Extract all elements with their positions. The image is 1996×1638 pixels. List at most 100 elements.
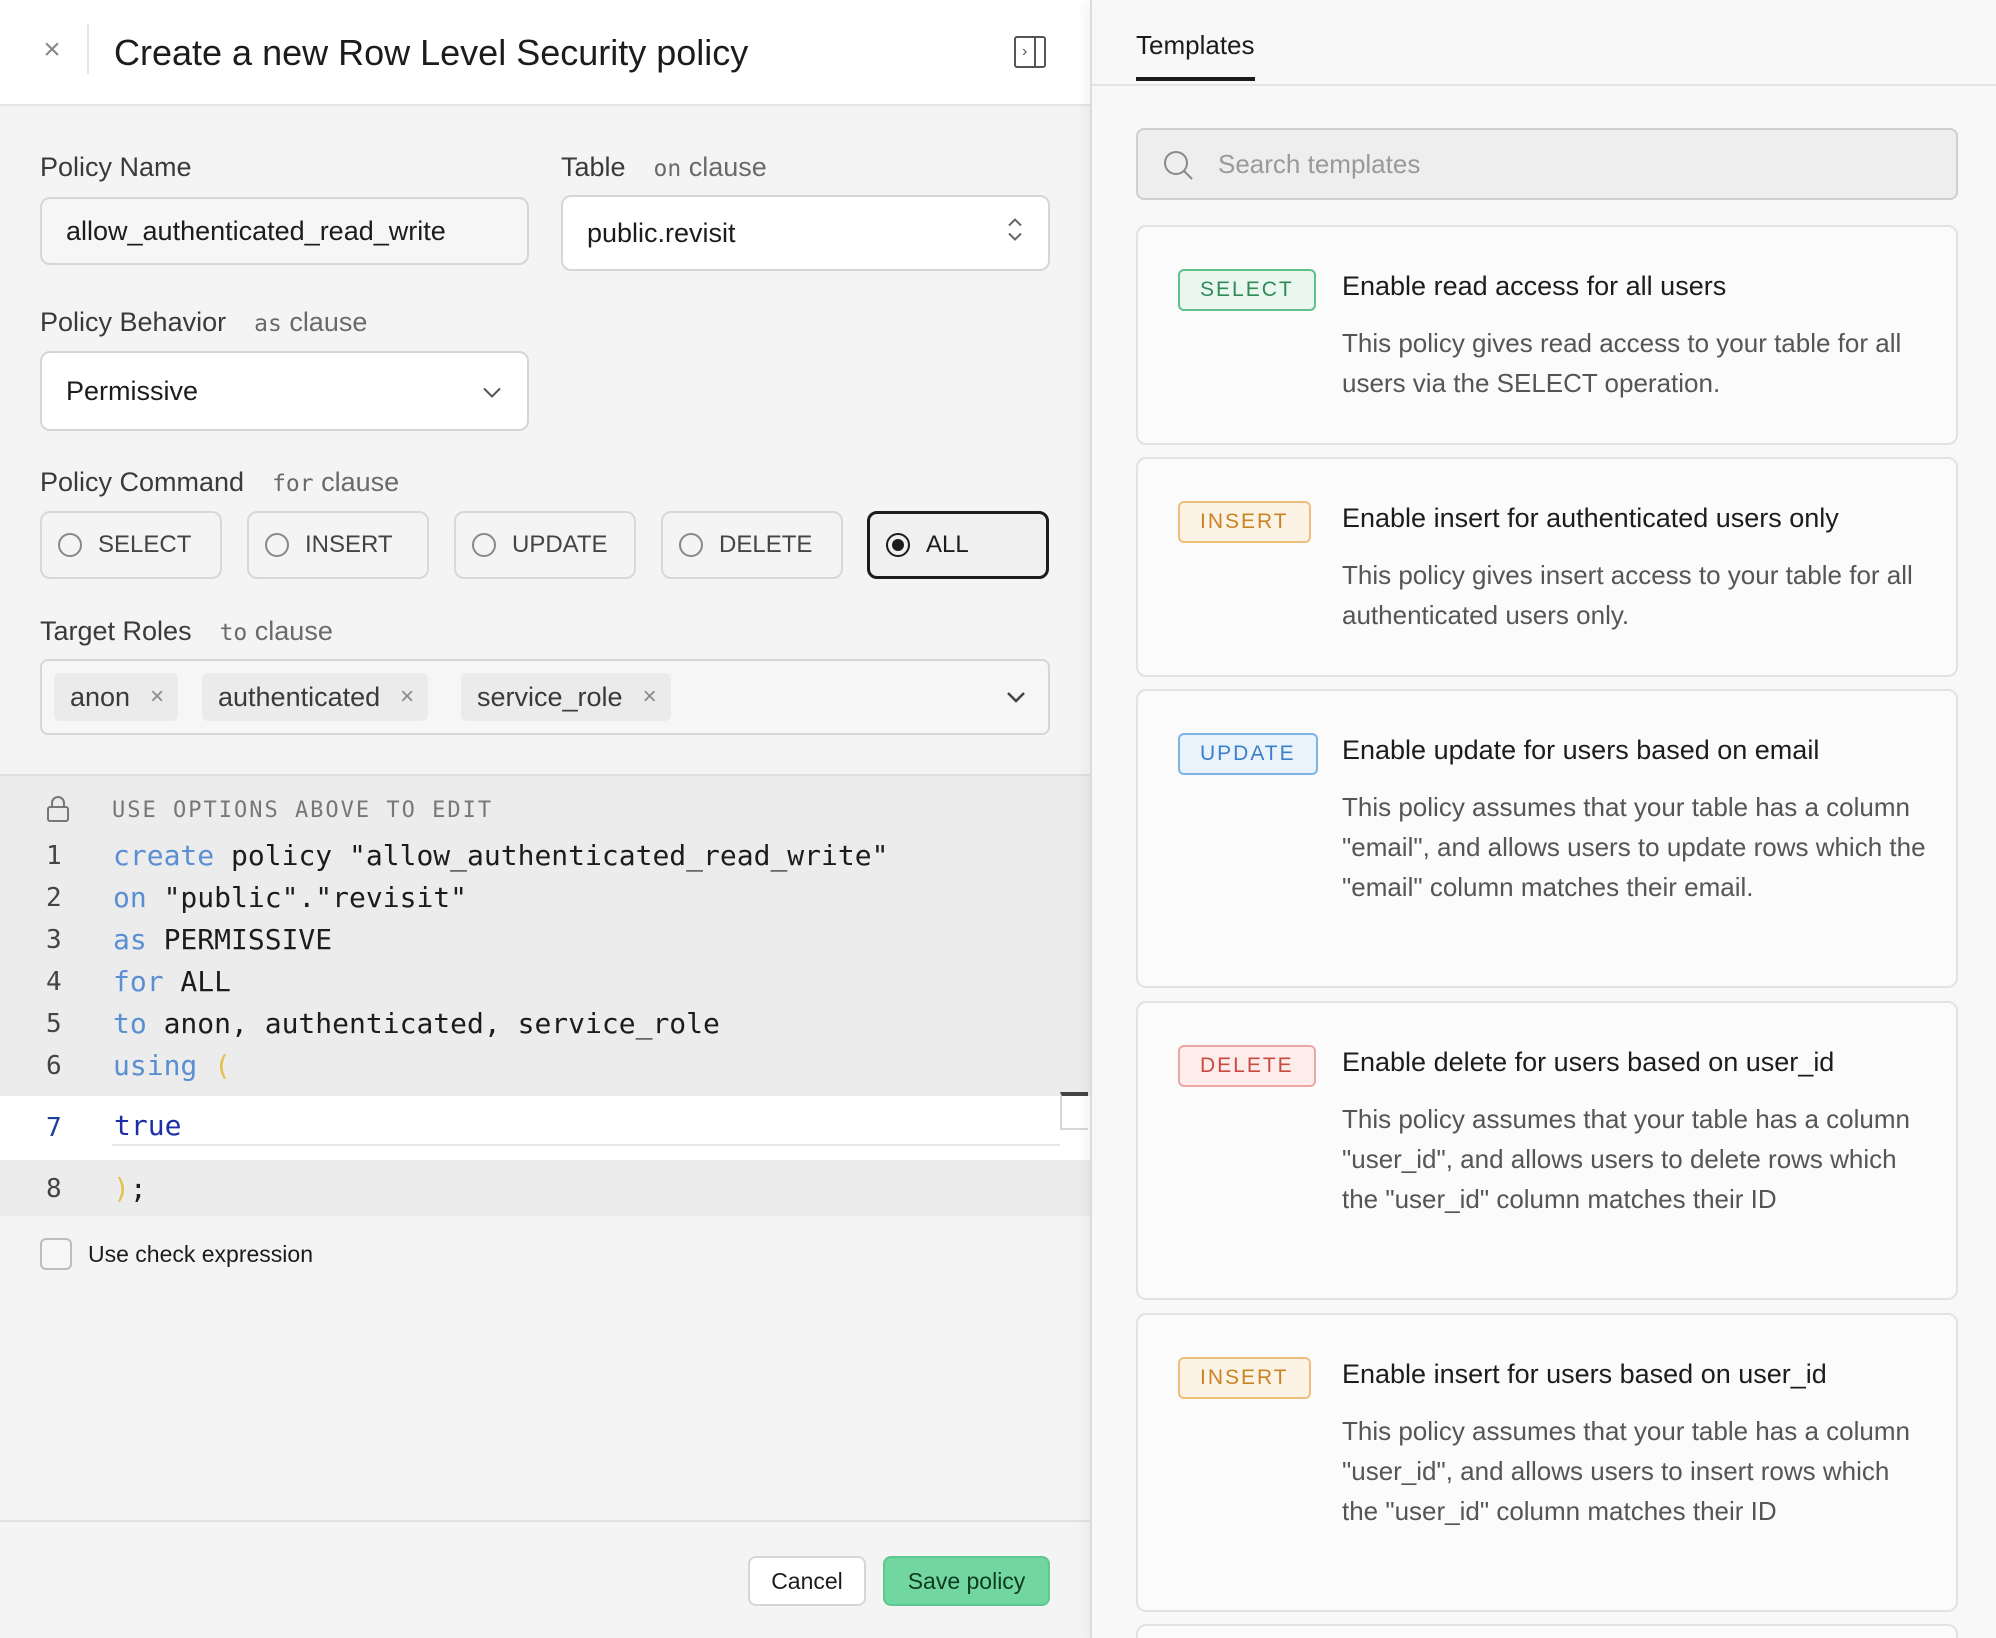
code-text: ( (197, 1049, 232, 1082)
line-number: 8 (46, 1174, 62, 1204)
templates-panel: Templates SELECT Enable read access for … (1090, 0, 1996, 1638)
policy-command-label: Policy Command for clause (40, 465, 399, 501)
close-icon: × (43, 33, 61, 66)
close-button[interactable]: × (36, 30, 68, 70)
toggle-templates-panel-button[interactable]: › (1014, 36, 1046, 68)
policy-behavior-label-text: Policy Behavior (40, 307, 227, 337)
line-number: 6 (46, 1051, 62, 1081)
remove-chip-icon[interactable]: × (643, 683, 657, 711)
chevron-down-icon[interactable] (1004, 679, 1028, 720)
behavior-clause-keyword: as (254, 311, 282, 337)
template-card[interactable]: DELETE Enable delete for users based on … (1136, 1001, 1958, 1300)
role-chip-label: authenticated (218, 681, 381, 712)
template-search-box (1136, 128, 1958, 200)
line-number: 7 (46, 1113, 62, 1143)
code-text: anon, authenticated, service_role (146, 1007, 720, 1040)
code-line: 6 using ( (0, 1045, 1090, 1087)
line-number: 3 (46, 925, 62, 955)
table-clause: on clause (654, 152, 767, 182)
code-keyword: using (113, 1049, 198, 1082)
template-description: This policy gives insert access to your … (1342, 560, 1913, 630)
remove-chip-icon[interactable]: × (150, 683, 164, 711)
editor-scrollbar[interactable] (1060, 1092, 1088, 1130)
policy-name-value: allow_authenticated_read_write (66, 215, 446, 246)
target-roles-label: Target Roles to clause (40, 614, 333, 650)
policy-command-label-text: Policy Command (40, 467, 245, 497)
policy-behavior-label: Policy Behavior as clause (40, 305, 367, 341)
remove-chip-icon[interactable]: × (400, 683, 414, 711)
role-chip-authenticated: authenticated × (202, 673, 429, 721)
table-select[interactable]: public.revisit (561, 195, 1050, 271)
template-card[interactable]: INSERT Enable insert for authenticated u… (1136, 457, 1958, 677)
header-divider (87, 24, 89, 74)
code-line: 5 to anon, authenticated, service_role (0, 1003, 1090, 1045)
template-operation-badge: INSERT (1178, 1357, 1311, 1399)
template-search-input[interactable] (1218, 130, 1938, 198)
role-chip-label: service_role (477, 681, 623, 712)
code-line: 3 as PERMISSIVE (0, 919, 1090, 961)
check-expression-checkbox[interactable] (40, 1238, 72, 1270)
code-line: 2 on "public"."revisit" (0, 877, 1090, 919)
line-number: 4 (46, 967, 62, 997)
template-description: This policy assumes that your table has … (1342, 1416, 1910, 1526)
code-readonly-hint: USE OPTIONS ABOVE TO EDIT (112, 798, 494, 823)
save-policy-button[interactable]: Save policy (883, 1556, 1050, 1606)
template-title: Enable insert for users based on user_id (1342, 1359, 1827, 1389)
using-expression-input[interactable]: true (112, 1106, 1060, 1146)
template-title: Enable update for users based on email (1342, 735, 1820, 765)
template-card-partial[interactable] (1136, 1624, 1958, 1638)
table-clause-keyword: on (653, 156, 682, 182)
tab-templates[interactable]: Templates (1136, 30, 1255, 81)
roles-clause-keyword: to (219, 620, 248, 646)
target-roles-multiselect[interactable]: anon × authenticated × service_role × (40, 659, 1050, 735)
command-radio-delete[interactable]: DELETE (661, 511, 843, 579)
code-keyword: for (113, 965, 164, 998)
command-radio-label: INSERT (305, 531, 393, 558)
policy-editor-panel: × Create a new Row Level Security policy… (0, 0, 1090, 1638)
template-card[interactable]: UPDATE Enable update for users based on … (1136, 689, 1958, 988)
roles-clause-word: clause (254, 616, 333, 646)
line-number: 1 (46, 841, 62, 871)
code-text: "public"."revisit" (146, 881, 468, 914)
policy-name-input[interactable]: allow_authenticated_read_write (40, 197, 529, 265)
code-keyword: create (113, 839, 215, 872)
command-radio-insert[interactable]: INSERT (247, 511, 429, 579)
chevron-right-icon: › (1022, 43, 1028, 60)
role-chip-anon: anon × (54, 673, 179, 721)
radio-dot (265, 533, 289, 557)
panel-footer: Cancel Save policy (0, 1520, 1090, 1638)
command-clause-keyword: for (272, 471, 314, 497)
check-expression-row[interactable]: Use check expression (40, 1238, 313, 1270)
command-radio-label: SELECT (98, 531, 192, 558)
code-text: PERMISSIVE (146, 923, 333, 956)
policy-behavior-select[interactable]: Permissive (40, 351, 529, 431)
lock-icon (46, 796, 70, 822)
editable-code-line: 7 true (0, 1092, 1090, 1160)
command-radio-select[interactable]: SELECT (40, 511, 222, 579)
cancel-button[interactable]: Cancel (748, 1556, 866, 1606)
command-radio-all[interactable]: ALL (867, 511, 1049, 579)
radio-dot (472, 533, 496, 557)
table-label-text: Table (561, 152, 626, 182)
roles-clause: to clause (220, 616, 333, 646)
policy-name-label: Policy Name (40, 152, 192, 182)
line-number: 5 (46, 1009, 62, 1039)
template-card[interactable]: SELECT Enable read access for all users … (1136, 225, 1958, 445)
panel-header: × Create a new Row Level Security policy… (0, 0, 1090, 106)
line-number: 2 (46, 883, 62, 913)
templates-tab-bar: Templates (1092, 0, 1996, 86)
sql-code-editor: USE OPTIONS ABOVE TO EDIT 1 create policy… (0, 774, 1090, 1216)
template-card[interactable]: INSERT Enable insert for users based on … (1136, 1313, 1958, 1612)
panel-divider-icon (1034, 38, 1036, 66)
target-roles-label-text: Target Roles (40, 616, 192, 646)
table-clause-word: clause (688, 152, 767, 182)
chevron-down-icon (481, 376, 503, 407)
radio-dot (679, 533, 703, 557)
code-text: ALL (163, 965, 232, 998)
code-keyword: as (113, 923, 147, 956)
code-keyword: to (113, 1007, 147, 1040)
command-radio-update[interactable]: UPDATE (454, 511, 636, 579)
search-icon (1162, 149, 1194, 181)
command-clause: for clause (272, 467, 399, 497)
policy-behavior-value: Permissive (66, 375, 199, 406)
